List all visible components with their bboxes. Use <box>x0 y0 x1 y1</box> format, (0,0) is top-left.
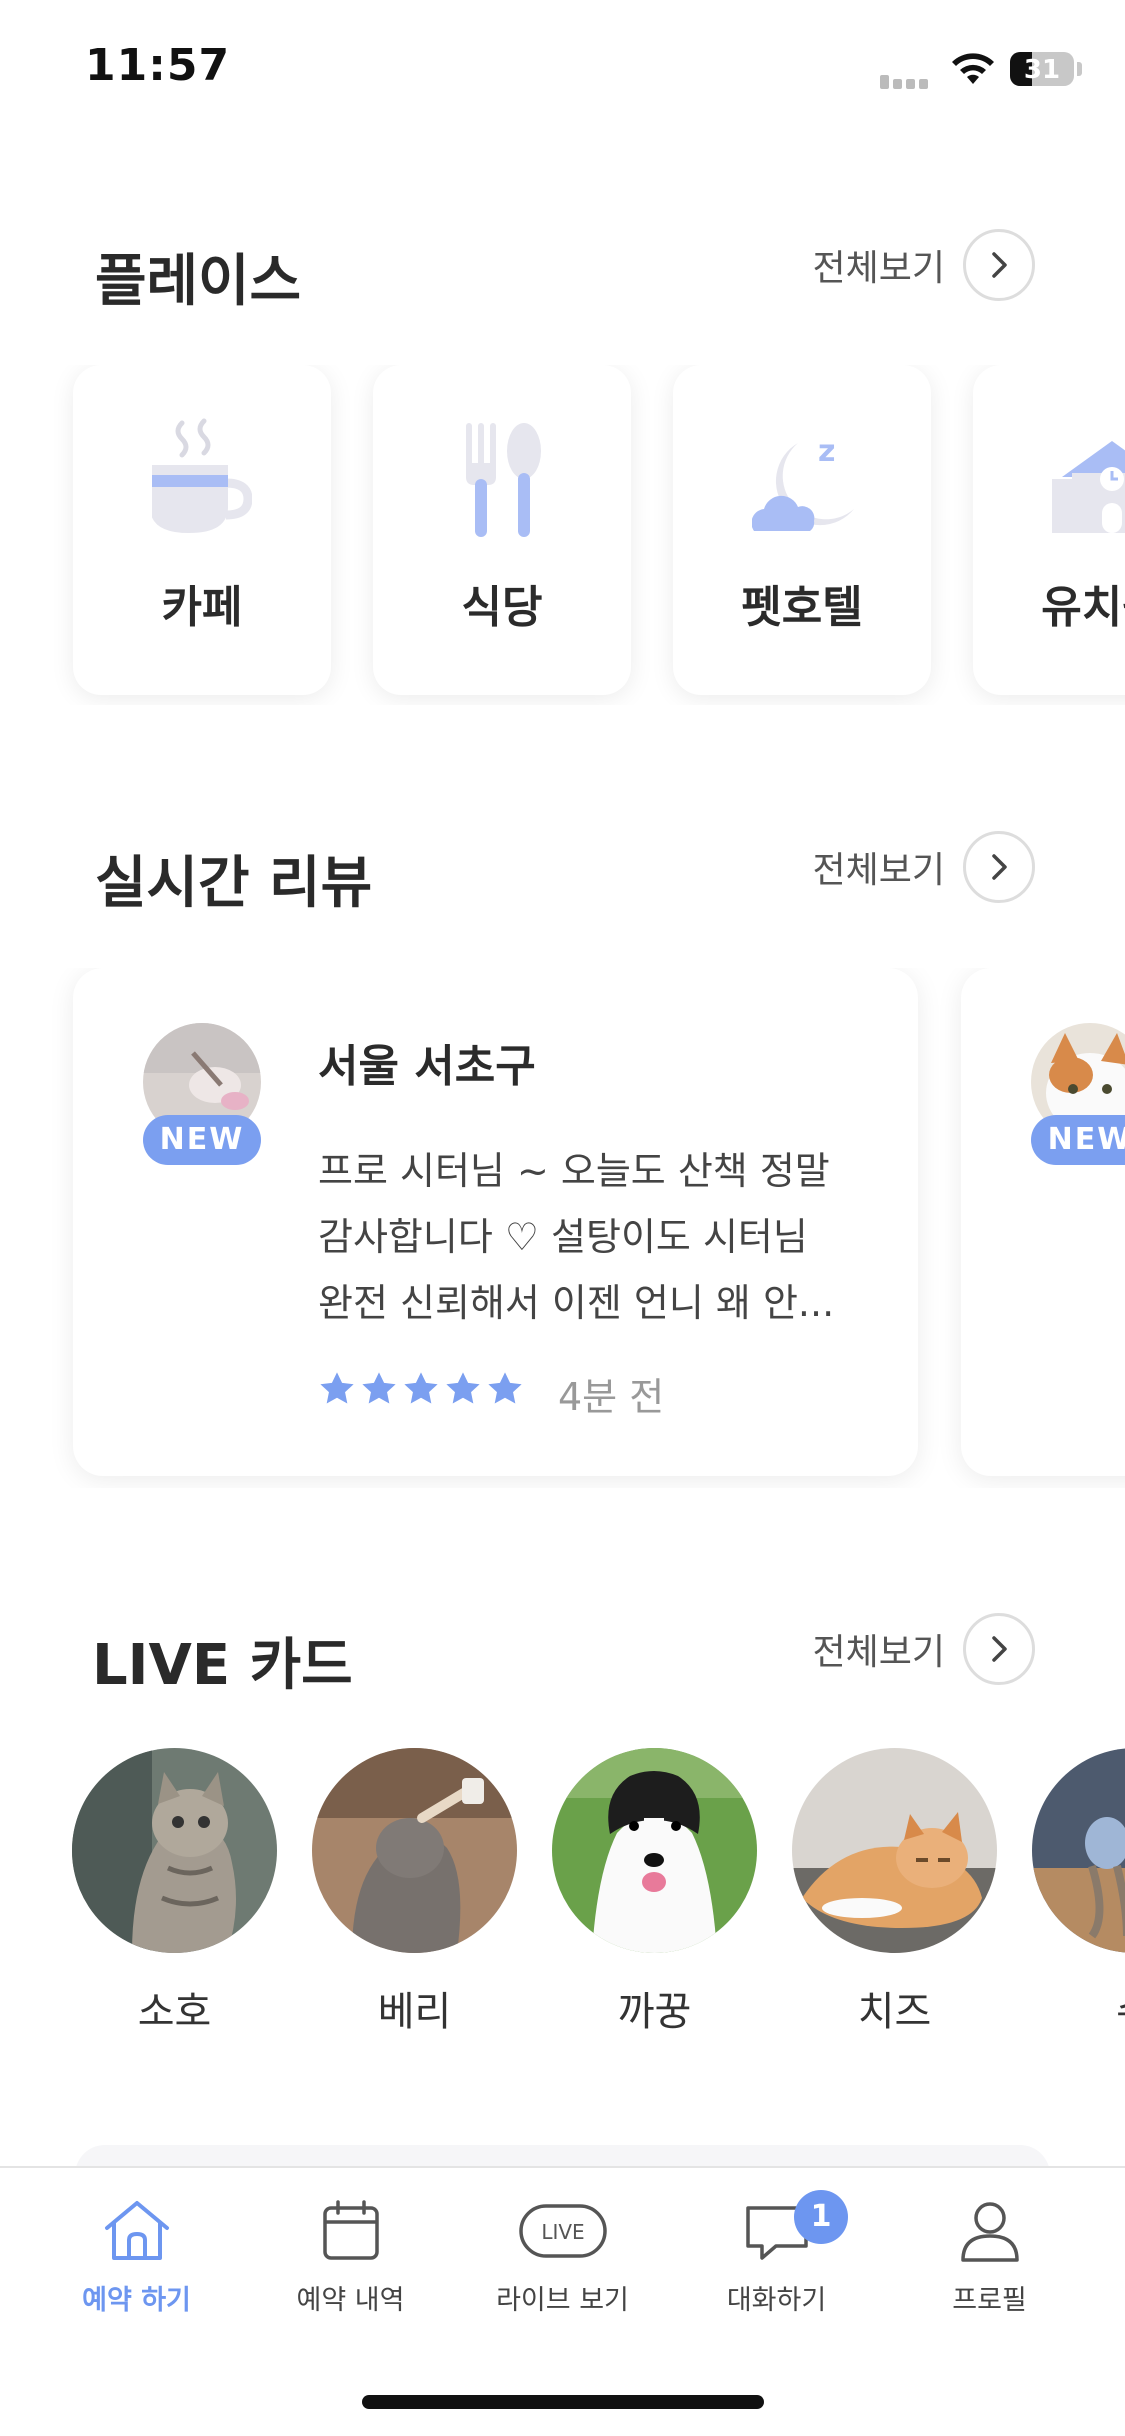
places-title: 플레이스 <box>95 249 302 314</box>
reviews-see-all-button[interactable]: 전체보기 <box>813 830 1035 904</box>
profile-icon <box>960 2202 1019 2262</box>
tab-profile[interactable]: 프로필 <box>877 2198 1102 2317</box>
star-icon <box>316 1368 358 1410</box>
tab-live[interactable]: LIVE 라이브 보기 <box>450 2198 675 2317</box>
tab-booking[interactable]: 예약 하기 <box>24 2198 249 2317</box>
pet-photo <box>792 1748 997 1953</box>
place-label: 펫호텔 <box>741 582 863 633</box>
pet-photo <box>1032 1748 1125 1953</box>
moon-sleep-icon: z <box>752 434 854 531</box>
place-card-kindergarten[interactable]: 유치원 <box>973 365 1125 695</box>
place-card-restaurant[interactable]: 식당 <box>373 365 631 695</box>
pet-photo <box>312 1748 517 1953</box>
review-card[interactable]: NEW <box>961 968 1125 1476</box>
review-text: 프로 시터님 ~ 오늘도 산책 정말 감사합니다 ♡ 설탕이도 시터님 완전 신… <box>318 1138 858 1336</box>
pet-photo <box>72 1748 277 1953</box>
status-time: 11:57 <box>85 40 231 91</box>
pet-name: 까꿍 <box>617 1989 692 2035</box>
place-card-cafe[interactable]: 카페 <box>73 365 331 695</box>
pet-name: 치즈 <box>857 1989 932 2035</box>
live-card[interactable]: 수 <box>1032 1748 1125 2037</box>
tab-label: 라이브 보기 <box>496 2285 629 2316</box>
school-building-icon <box>1052 441 1125 533</box>
svg-text:z: z <box>818 434 835 469</box>
unread-badge: 1 <box>794 2190 848 2244</box>
wifi-icon <box>952 53 994 84</box>
tab-label: 대화하기 <box>726 2285 827 2316</box>
tab-label: 프로필 <box>952 2285 1027 2316</box>
see-all-label: 전체보기 <box>812 248 945 289</box>
chevron-right-icon <box>963 1613 1035 1685</box>
chevron-right-icon <box>963 229 1035 301</box>
star-icon <box>400 1368 442 1410</box>
live-icon-text: LIVE <box>541 2220 584 2244</box>
review-region: 서울 서초구 <box>318 1041 536 1092</box>
review-text-line: 완전 신뢰해서 이젠 언니 왜 안... <box>318 1281 835 1325</box>
cellular-signal-icon <box>880 70 932 89</box>
live-card[interactable]: 베리 <box>312 1748 517 2037</box>
place-label: 카페 <box>161 582 243 633</box>
place-category-list: 카페 식당 z 펫호텔 유치원 <box>0 365 1125 705</box>
review-text-line: 프로 시터님 ~ 오늘도 산책 정말 <box>318 1149 830 1193</box>
star-icon <box>358 1368 400 1410</box>
see-all-label: 전체보기 <box>812 850 945 891</box>
live-card[interactable]: 소호 <box>72 1748 277 2037</box>
see-all-label: 전체보기 <box>812 1632 945 1673</box>
review-list: NEW 서울 서초구 프로 시터님 ~ 오늘도 산책 정말 감사합니다 ♡ 설탕… <box>0 968 1125 1488</box>
home-indicator <box>362 2395 764 2409</box>
tab-label: 예약 내역 <box>296 2285 405 2316</box>
star-icon <box>484 1368 526 1410</box>
live-card[interactable]: 치즈 <box>792 1748 997 2037</box>
review-card[interactable]: NEW 서울 서초구 프로 시터님 ~ 오늘도 산책 정말 감사합니다 ♡ 설탕… <box>73 968 918 1476</box>
places-header: 플레이스 전체보기 <box>0 228 1125 314</box>
review-time: 4분 전 <box>558 1375 665 1419</box>
live-card[interactable]: 까꿍 <box>552 1748 757 2037</box>
live-header: LIVE 카드 전체보기 <box>0 1612 1125 1698</box>
live-icon: LIVE <box>518 2204 607 2258</box>
place-label: 식당 <box>461 582 543 633</box>
place-label: 유치원 <box>1041 582 1125 633</box>
pet-photo <box>552 1748 757 1953</box>
battery-level: 31 <box>1023 55 1061 85</box>
star-icon <box>442 1368 484 1410</box>
live-title: LIVE 카드 <box>92 1633 353 1698</box>
new-badge: NEW <box>1031 1115 1125 1165</box>
home-icon <box>104 2201 169 2260</box>
new-badge: NEW <box>143 1115 261 1165</box>
tab-label: 예약 하기 <box>82 2285 191 2316</box>
live-card-list: 소호 베리 까꿍 치즈 <box>0 1748 1125 2048</box>
live-see-all-button[interactable]: 전체보기 <box>813 1612 1035 1686</box>
status-bar: 11:57 31 <box>0 0 1125 130</box>
chevron-right-icon <box>963 831 1035 903</box>
battery-icon: 31 <box>1010 52 1074 86</box>
reviews-header: 실시간 리뷰 전체보기 <box>0 830 1125 916</box>
pet-name: 수 <box>1032 1979 1125 2037</box>
pet-name: 소호 <box>137 1989 212 2035</box>
coffee-cup-icon <box>152 418 252 533</box>
pet-name: 베리 <box>377 1989 452 2035</box>
reviews-title: 실시간 리뷰 <box>95 851 373 916</box>
review-text-line: 감사합니다 ♡ 설탕이도 시터님 <box>318 1215 808 1259</box>
places-see-all-button[interactable]: 전체보기 <box>813 228 1035 302</box>
tab-chat[interactable]: 1 대화하기 <box>664 2190 889 2317</box>
fork-spoon-icon <box>466 423 541 537</box>
calendar-icon <box>322 2200 379 2260</box>
place-card-pet-hotel[interactable]: z 펫호텔 <box>673 365 931 695</box>
tab-reservations[interactable]: 예약 내역 <box>238 2198 463 2317</box>
rating-stars <box>316 1368 526 1410</box>
